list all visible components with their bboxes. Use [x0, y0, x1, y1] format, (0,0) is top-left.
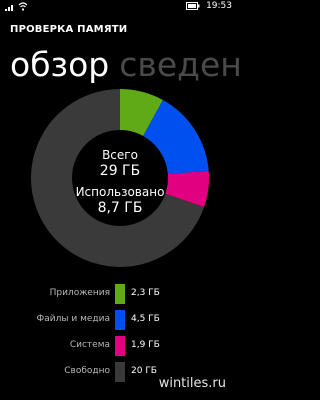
- total-label: Всего: [102, 148, 138, 162]
- legend-row-system[interactable]: Система 1,9 ГБ: [0, 336, 240, 356]
- legend-swatch: [115, 336, 125, 356]
- legend-label: Файлы и медиа: [36, 314, 110, 324]
- used-label: Использовано: [75, 185, 165, 199]
- legend-value: 4,5 ГБ: [131, 314, 160, 324]
- legend-value: 20 ГБ: [131, 366, 157, 376]
- legend-label: Приложения: [49, 288, 110, 298]
- legend-label: Свободно: [64, 366, 110, 376]
- used-value: 8,7 ГБ: [97, 200, 143, 216]
- legend-label: Система: [69, 340, 110, 350]
- total-value: 29 ГБ: [99, 163, 141, 179]
- legend-value: 1,9 ГБ: [131, 340, 160, 350]
- legend-value: 2,3 ГБ: [131, 288, 160, 298]
- legend-swatch: [115, 362, 125, 382]
- legend-swatch: [115, 284, 125, 304]
- legend-swatch: [115, 310, 125, 330]
- legend-row-apps[interactable]: Приложения 2,3 ГБ: [0, 284, 240, 304]
- legend-row-files-media[interactable]: Файлы и медиа 4,5 ГБ: [0, 310, 240, 330]
- watermark: wintiles.ru: [158, 376, 226, 391]
